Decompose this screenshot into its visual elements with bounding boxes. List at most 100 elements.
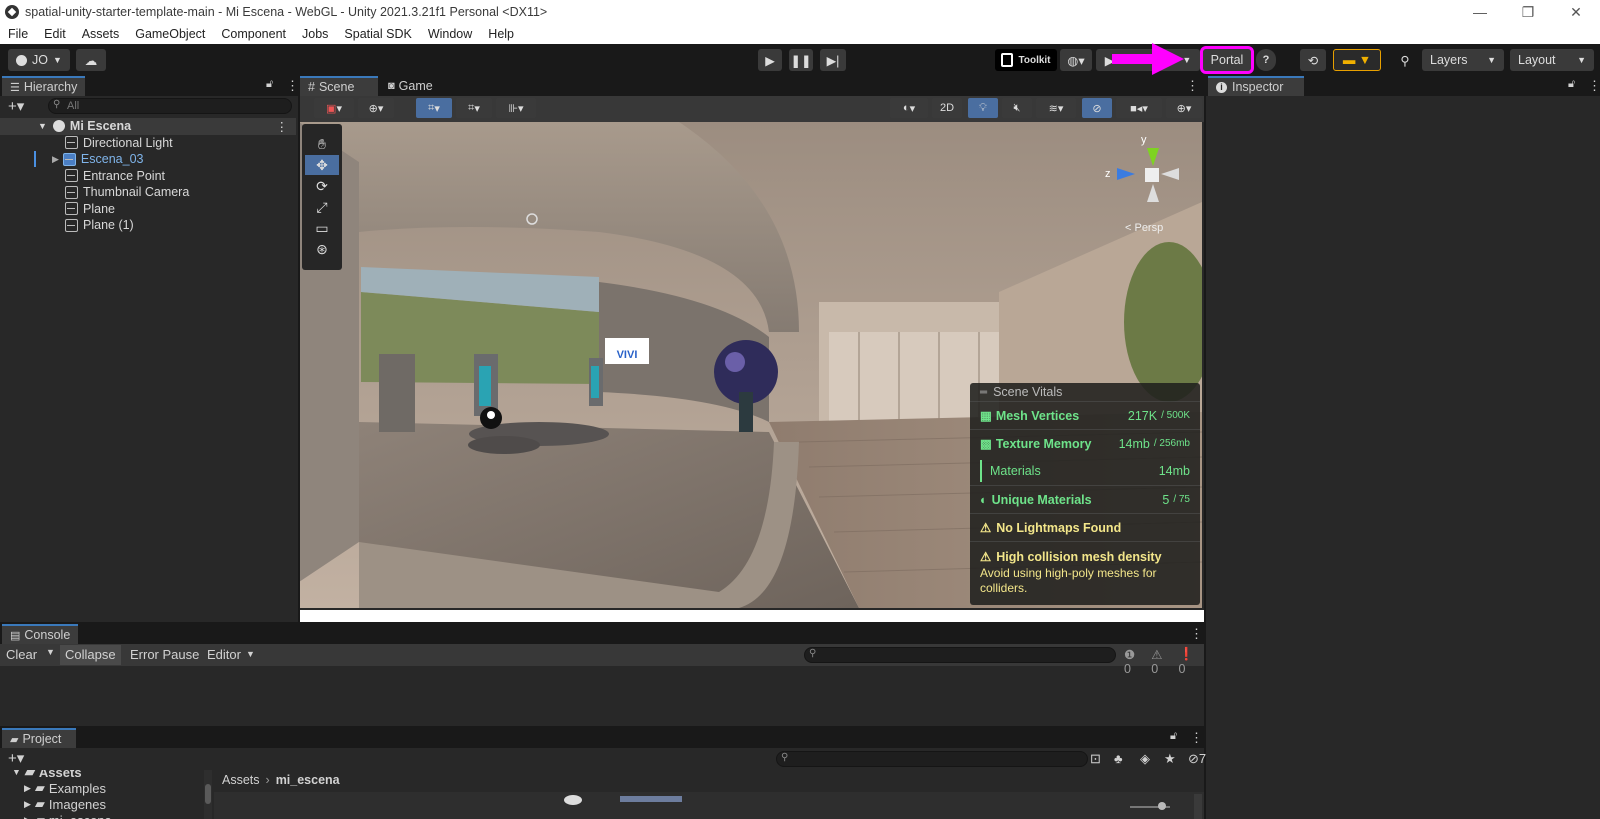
align-dropdown[interactable]: ⊪ ▾ (496, 98, 536, 118)
menu-jobs[interactable]: Jobs (294, 27, 336, 41)
tab-game[interactable]: ◙ Game (380, 76, 441, 96)
breadcrumb-root[interactable]: Assets (222, 773, 260, 787)
scene-root-row[interactable]: ▼ Mi Escena ⋮ (0, 118, 296, 135)
lock-icon[interactable]: 🔓︎ (1568, 78, 1575, 91)
menu-window[interactable]: Window (420, 27, 480, 41)
menu-file[interactable]: File (0, 27, 36, 41)
tab-inspector[interactable]: i Inspector (1208, 76, 1304, 96)
hierarchy-item[interactable]: Plane (1) (0, 217, 296, 234)
more-menu-icon[interactable]: ⋮ (1186, 78, 1199, 94)
warning-count-toggle[interactable]: ⚠ 0 (1151, 647, 1172, 676)
hierarchy-item[interactable]: Directional Light (0, 135, 296, 152)
panel-divider[interactable] (298, 76, 300, 622)
scene-menu-icon[interactable]: ⋮ (276, 119, 289, 134)
move-tool-icon[interactable]: ✥ (305, 155, 339, 175)
more-menu-icon[interactable]: ⋮ (1190, 730, 1203, 746)
add-button[interactable]: +▾ (8, 749, 24, 767)
menu-spatial-sdk[interactable]: Spatial SDK (336, 27, 419, 41)
tree-item[interactable]: ▶ ▰ mi_escena (24, 812, 112, 819)
console-search-input[interactable]: ⚲ (804, 647, 1116, 663)
tab-hierarchy[interactable]: ☰ Hierarchy (2, 76, 86, 96)
more-menu-icon[interactable]: ⋮ (1588, 78, 1600, 94)
hierarchy-item[interactable]: Entrance Point (0, 168, 296, 185)
layout-dropdown[interactable]: Layout ▼ (1510, 49, 1594, 71)
project-search-input[interactable]: ⚲ (776, 751, 1088, 767)
layers-dropdown[interactable]: Layers ▼ (1422, 49, 1504, 71)
step-button[interactable]: ▶| (820, 49, 846, 71)
toggle-2d-button[interactable]: 2D (932, 98, 962, 118)
editor-dropdown[interactable]: Editor (207, 647, 241, 662)
close-button[interactable]: ✕ (1554, 0, 1598, 24)
cloud-button[interactable]: ☁ (76, 49, 106, 71)
audio-toggle[interactable]: 🔇︎ (1002, 98, 1032, 118)
collab-dropdown[interactable]: ▬ ▼ (1333, 49, 1381, 71)
help-button[interactable]: ? (1256, 49, 1276, 71)
menu-edit[interactable]: Edit (36, 27, 74, 41)
label-icon[interactable]: ◈ (1140, 751, 1150, 767)
persp-label[interactable]: < Persp (1125, 222, 1163, 234)
add-button[interactable]: +▾ (8, 97, 24, 115)
lock-icon[interactable]: 🔓︎ (1170, 730, 1177, 743)
panel-divider[interactable] (1204, 76, 1206, 819)
menu-assets[interactable]: Assets (74, 27, 128, 41)
tree-item[interactable]: ▶ ▰ Examples (24, 780, 106, 796)
rotate-tool-icon[interactable]: ⟳ (305, 176, 339, 196)
hierarchy-search-input[interactable]: ⚲ All (48, 98, 292, 114)
menu-gameobject[interactable]: GameObject (127, 27, 213, 41)
collapse-button[interactable]: Collapse (60, 645, 121, 665)
menu-component[interactable]: Component (213, 27, 294, 41)
filter-by-type-icon[interactable]: ♣ (1114, 751, 1123, 766)
pause-button[interactable]: ❚❚ (789, 49, 813, 71)
menu-help[interactable]: Help (480, 27, 522, 41)
increment-snap-dropdown[interactable]: ⌗ ▾ (456, 98, 492, 118)
tab-project[interactable]: ▰ Project (2, 728, 76, 748)
toolkit-button[interactable]: Toolkit (995, 49, 1057, 71)
chevron-down-icon[interactable]: ▼ (46, 647, 55, 657)
transform-tool-icon[interactable]: ⊛ (305, 239, 339, 259)
hidden-packages-toggle[interactable]: ⊘7 (1188, 751, 1206, 767)
camera-dropdown[interactable]: ■◂ ▾ (1116, 98, 1162, 118)
play-button[interactable]: ▶ (758, 49, 782, 71)
hierarchy-item[interactable]: ▶ Escena_03 (0, 151, 296, 168)
lock-icon[interactable]: 🔓︎ (266, 78, 273, 91)
history-button[interactable]: ⟲ (1300, 49, 1326, 71)
zoom-slider-handle[interactable] (1158, 802, 1166, 810)
draw-mode-dropdown[interactable]: ▣ ▾ (314, 98, 354, 118)
search-button[interactable]: ⚲ (1392, 49, 1418, 71)
hierarchy-item[interactable]: Plane (0, 201, 296, 218)
clear-button[interactable]: Clear (6, 647, 37, 662)
orientation-gizmo[interactable]: y z < Persp (1099, 130, 1189, 240)
effects-dropdown[interactable]: ≋ ▾ (1036, 98, 1076, 118)
gizmos-dropdown[interactable]: ⊕ ▾ (1166, 98, 1202, 118)
tab-console[interactable]: ▤ Console (2, 624, 78, 644)
hierarchy-item[interactable]: Thumbnail Camera (0, 184, 296, 201)
globe-dropdown[interactable]: ◍▾ (1060, 49, 1092, 71)
error-pause-button[interactable]: Error Pause (130, 647, 199, 662)
hidden-objects-toggle[interactable]: ⊘ (1082, 98, 1112, 118)
minimize-button[interactable]: — (1458, 0, 1502, 24)
log-count-toggle[interactable]: ❶ 0 (1124, 647, 1145, 676)
error-count-toggle[interactable]: ❗ 0 (1178, 647, 1204, 676)
lighting-toggle[interactable]: 💡︎ (968, 98, 998, 118)
grid-snap-dropdown[interactable]: ⌗ ▾ (416, 98, 452, 118)
shading-dropdown[interactable]: ◐ ▾ (890, 98, 928, 118)
tree-scrollbar[interactable] (204, 770, 212, 819)
account-dropdown[interactable]: JO ▼ (8, 49, 70, 71)
more-menu-icon[interactable]: ⋮ (1190, 626, 1203, 642)
drag-handle[interactable] (305, 127, 339, 133)
asset-thumbnail[interactable] (620, 796, 682, 802)
tree-item[interactable]: ▶ ▰ Imagenes (24, 796, 106, 812)
star-icon[interactable]: ★ (1164, 751, 1176, 767)
asset-thumbnail[interactable] (564, 795, 582, 805)
rect-tool-icon[interactable]: ▭ (305, 218, 339, 238)
maximize-button[interactable]: ❐ (1506, 0, 1550, 24)
global-dropdown[interactable]: ⊕ ▾ (358, 98, 394, 118)
asset-scrollbar[interactable] (1194, 794, 1202, 819)
tab-scene[interactable]: # Scene (300, 76, 378, 96)
breadcrumb-current[interactable]: mi_escena (276, 773, 340, 787)
portal-button[interactable]: Portal (1200, 46, 1254, 74)
scale-tool-icon[interactable]: ⤢ (305, 197, 339, 217)
vitals-header[interactable]: ═ Scene Vitals (980, 383, 1062, 401)
search-by-type-icon[interactable]: ⊡ (1090, 751, 1101, 767)
tree-item[interactable]: ▼ ▰ Assets (12, 770, 82, 780)
